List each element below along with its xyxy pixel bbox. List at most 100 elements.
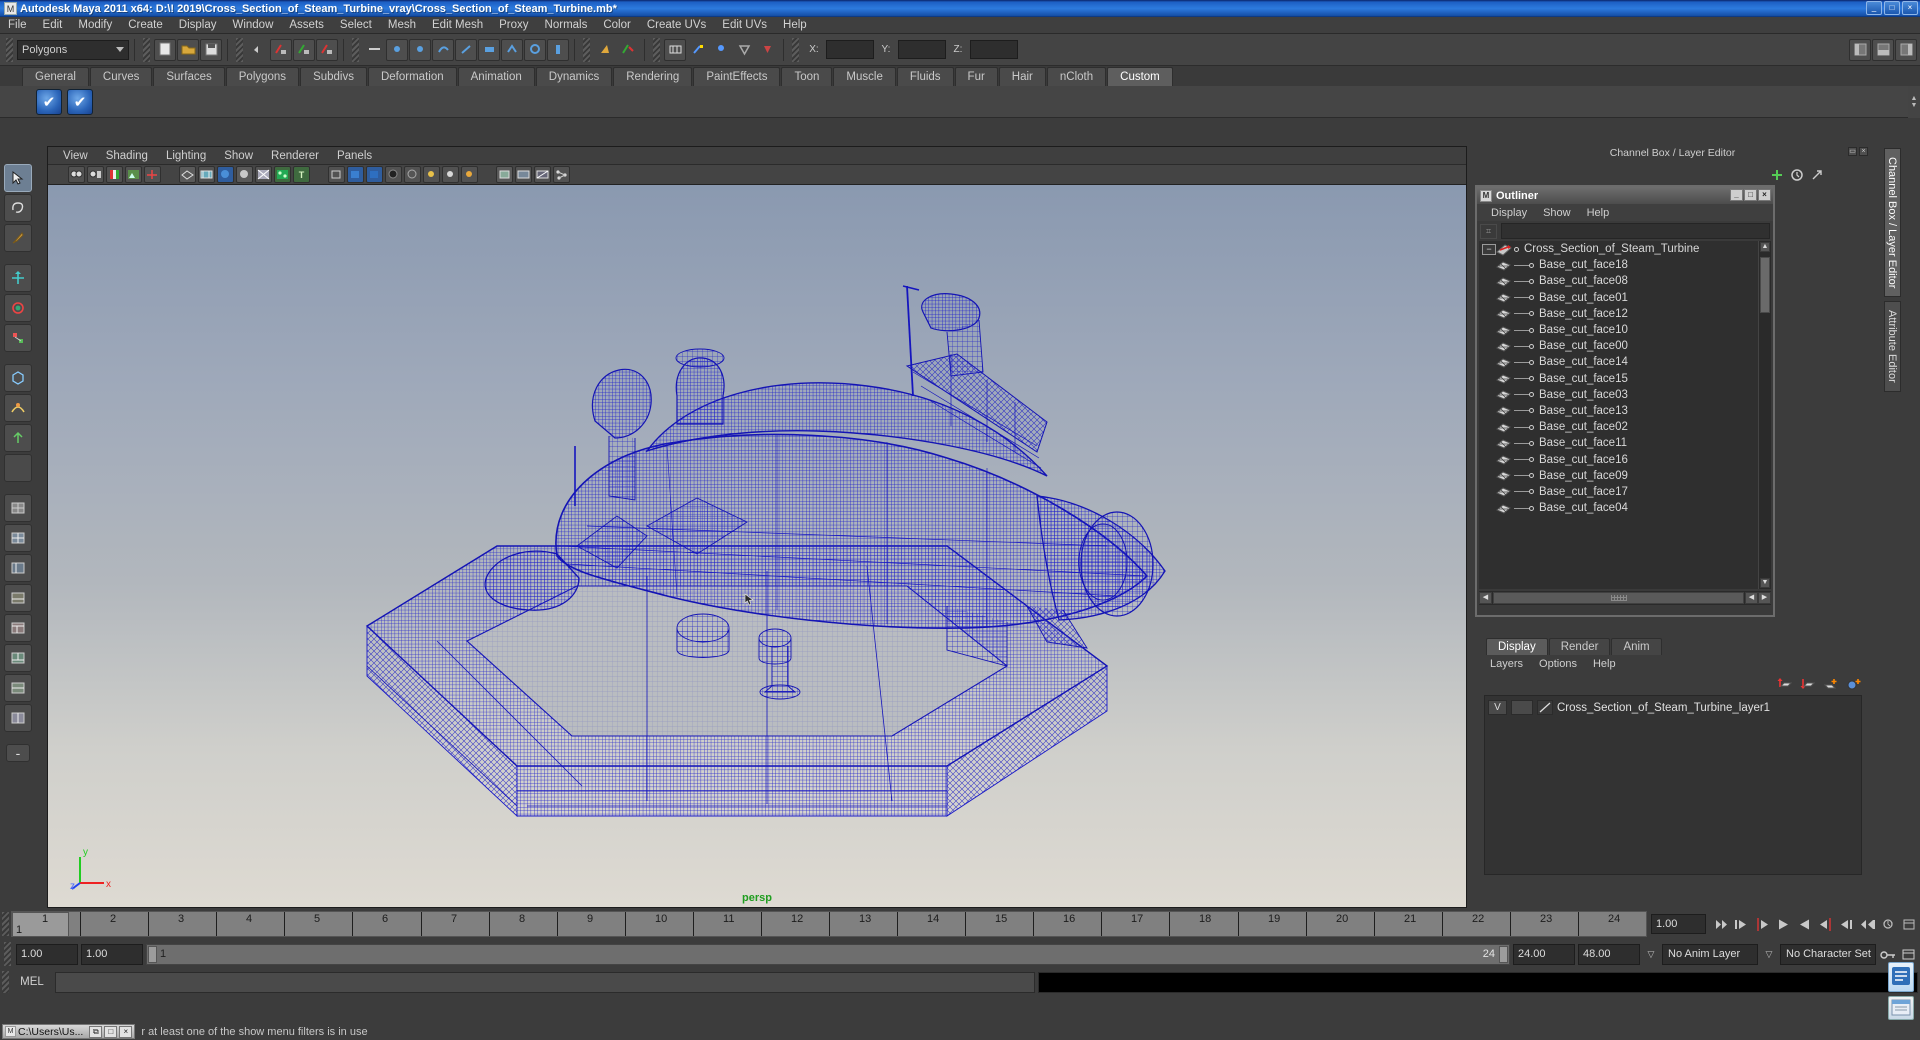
scroll-right-icon-2[interactable]: ▶: [1758, 592, 1771, 604]
layer-menu-help[interactable]: Help: [1585, 658, 1624, 670]
help-line-icon[interactable]: [1888, 996, 1914, 1020]
range-slider-gripper[interactable]: [4, 942, 11, 966]
menu-item-mesh[interactable]: Mesh: [380, 17, 424, 33]
bookmark-icon[interactable]: [106, 166, 123, 183]
outliner-persp-layout-icon[interactable]: [4, 554, 32, 582]
layer-visibility-toggle[interactable]: V: [1488, 700, 1507, 715]
component-mask-menu-icon[interactable]: [363, 39, 385, 61]
animation-preferences-button[interactable]: [1900, 944, 1918, 964]
toolbar-gripper[interactable]: [583, 37, 590, 62]
outliner-item-0[interactable]: Base_cut_face18: [1479, 257, 1757, 273]
shelf-tab-painteffects[interactable]: PaintEffects: [693, 67, 781, 86]
maximize-button[interactable]: □: [1884, 1, 1900, 15]
two-panes-side-layout-icon[interactable]: [4, 704, 32, 732]
range-slider-track[interactable]: 1 24: [146, 943, 1510, 965]
camera-attributes-icon[interactable]: [87, 166, 104, 183]
range-end-handle[interactable]: [1499, 945, 1508, 963]
vertical-tab-attribute-editor[interactable]: Attribute Editor: [1884, 301, 1901, 393]
shelf-scroll-buttons[interactable]: ▲ ▼: [1908, 86, 1920, 118]
shelf-tab-surfaces[interactable]: Surfaces: [153, 67, 225, 86]
scale-tool-icon[interactable]: [4, 324, 32, 352]
outliner-menu-display[interactable]: Display: [1483, 207, 1535, 219]
render-globals-icon[interactable]: [756, 39, 778, 61]
panel-menu-shading[interactable]: Shading: [97, 148, 157, 164]
menu-item-color[interactable]: Color: [595, 17, 638, 33]
layer-tab-anim[interactable]: Anim: [1611, 638, 1662, 655]
check-blue-icon[interactable]: ✔: [36, 88, 62, 115]
menu-item-display[interactable]: Display: [171, 17, 225, 33]
channel-history-icon[interactable]: [1790, 168, 1804, 182]
outliner-item-6[interactable]: Base_cut_face14: [1479, 354, 1757, 370]
step-forward-frame-icon[interactable]: [1815, 914, 1836, 935]
wireframe-shading-icon[interactable]: [179, 166, 196, 183]
grab-viewport-icon[interactable]: [496, 166, 513, 183]
layer-tab-display[interactable]: Display: [1486, 638, 1548, 655]
shadows-icon[interactable]: [328, 166, 345, 183]
select-by-hierarchy-icon[interactable]: [270, 38, 292, 61]
shelf-tab-polygons[interactable]: Polygons: [225, 67, 300, 86]
image-plane-icon[interactable]: [125, 166, 142, 183]
menu-item-create[interactable]: Create: [120, 17, 171, 33]
mask-parm-points-icon[interactable]: [432, 38, 454, 61]
mask-lines-icon[interactable]: [455, 38, 477, 61]
undo-icon[interactable]: [247, 39, 269, 61]
show-layer-editor-icon[interactable]: [1872, 38, 1894, 61]
toolbar-gripper[interactable]: [143, 37, 150, 62]
layer-playback-toggle[interactable]: [1511, 700, 1533, 715]
panel-menu-lighting[interactable]: Lighting: [157, 148, 215, 164]
panel-menu-panels[interactable]: Panels: [328, 148, 381, 164]
select-by-object-type-icon[interactable]: [293, 38, 315, 61]
scroll-down-icon[interactable]: ▼: [1760, 578, 1770, 588]
menu-item-edit-mesh[interactable]: Edit Mesh: [424, 17, 491, 33]
four-view-layout-icon[interactable]: [4, 524, 32, 552]
show-manipulator-tool-icon[interactable]: [4, 424, 32, 452]
shelf-tab-deformation[interactable]: Deformation: [367, 67, 457, 86]
render-settings-icon[interactable]: [733, 39, 755, 61]
shelf-tab-ncloth[interactable]: nCloth: [1046, 67, 1107, 86]
play-forwards-icon[interactable]: [1794, 914, 1815, 935]
scroll-up-icon[interactable]: ▲: [1760, 242, 1770, 252]
two-panes-stacked-layout-icon[interactable]: [4, 674, 32, 702]
universal-manipulator-icon[interactable]: [4, 364, 32, 392]
taskbar-maximize-button[interactable]: □: [104, 1025, 118, 1038]
shelf-tab-animation[interactable]: Animation: [457, 67, 535, 86]
toolbar-gripper[interactable]: [792, 37, 799, 62]
outliner-item-3[interactable]: Base_cut_face12: [1479, 306, 1757, 322]
outliner-item-2[interactable]: Base_cut_face01: [1479, 290, 1757, 306]
outliner-menu-help[interactable]: Help: [1579, 207, 1618, 219]
mask-handles-icon[interactable]: [386, 38, 408, 61]
layer-menu-options[interactable]: Options: [1531, 658, 1585, 670]
outliner-scroll-thumb[interactable]: [1760, 257, 1770, 313]
new-layer-from-selected-icon[interactable]: [1845, 677, 1862, 692]
paint-selection-tool-icon[interactable]: [4, 224, 32, 252]
show-channel-box-icon[interactable]: [1849, 38, 1871, 61]
single-perspective-layout-icon[interactable]: [4, 494, 32, 522]
panel-menu-renderer[interactable]: Renderer: [262, 148, 328, 164]
outliner-hscroll-thumb[interactable]: [1493, 592, 1744, 604]
taskbar-restore-button[interactable]: ⧉: [89, 1025, 103, 1038]
start-time-field[interactable]: 1.00: [16, 943, 78, 965]
time-slider-gripper[interactable]: [2, 912, 9, 936]
dock-undock-button[interactable]: ▭: [1848, 147, 1857, 156]
twopoint-resolution-icon[interactable]: [144, 166, 161, 183]
outliner-item-11[interactable]: Base_cut_face11: [1479, 435, 1757, 451]
outliner-item-7[interactable]: Base_cut_face15: [1479, 371, 1757, 387]
time-slider-track[interactable]: 1 1 2 3 4 5 6 7 8 9 10 11 12 13 14 15 16 17 18 19 20 21 22 23 2…: [11, 911, 1647, 937]
outliner-vertical-scrollbar[interactable]: ▲ ▼: [1758, 241, 1771, 589]
scroll-left-icon[interactable]: ◀: [1479, 592, 1492, 604]
outliner-item-1[interactable]: Base_cut_face08: [1479, 273, 1757, 289]
toolbar-gripper[interactable]: [352, 37, 359, 62]
command-input-field[interactable]: [55, 971, 1035, 993]
taskbar-close-button[interactable]: ×: [119, 1025, 133, 1038]
show-attribute-editor-icon[interactable]: [1895, 38, 1917, 61]
outliner-menu-show[interactable]: Show: [1535, 207, 1579, 219]
step-forward-key-icon[interactable]: [1836, 914, 1857, 935]
share-view-icon[interactable]: [553, 166, 570, 183]
display-layer-icon[interactable]: [442, 166, 459, 183]
step-back-key-icon[interactable]: [1731, 914, 1752, 935]
outliner-close-button[interactable]: ×: [1758, 189, 1771, 201]
perspective-viewport[interactable]: y x z persp: [48, 185, 1466, 907]
isolate-select-icon[interactable]: [423, 166, 440, 183]
outliner-item-5[interactable]: Base_cut_face00: [1479, 338, 1757, 354]
outliner-item-9[interactable]: Base_cut_face13: [1479, 403, 1757, 419]
